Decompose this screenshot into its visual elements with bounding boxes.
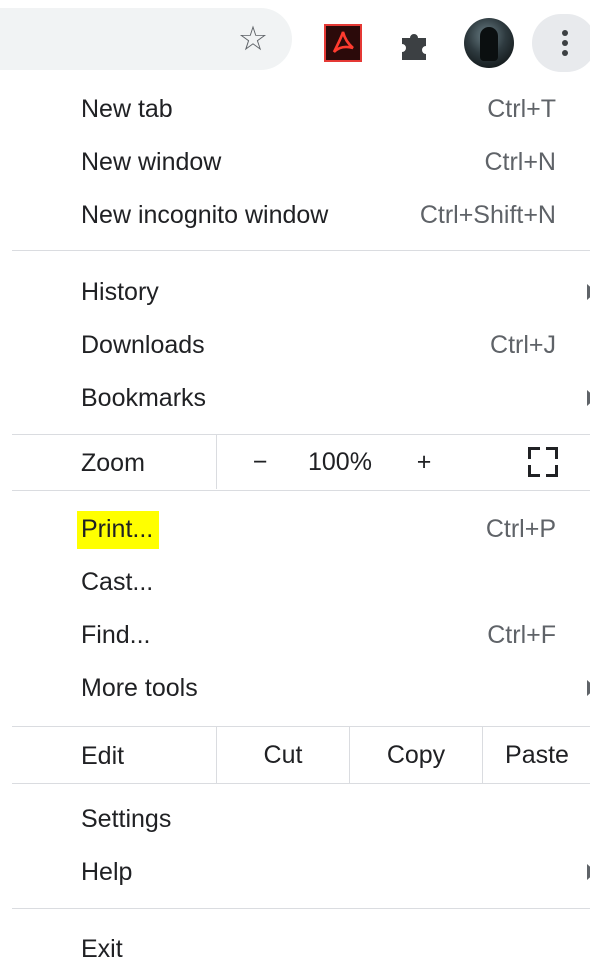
menu-item-label: Find... [81, 621, 151, 649]
menu-item-more-tools[interactable]: More tools [12, 663, 590, 715]
paste-button[interactable]: Paste [482, 727, 590, 783]
menu-item-settings[interactable]: Settings [12, 794, 590, 846]
menu-item-find[interactable]: Find... Ctrl+F [12, 610, 590, 662]
fullscreen-corner [528, 447, 540, 459]
menu-separator [12, 908, 590, 909]
more-vert-icon[interactable] [532, 14, 590, 72]
fullscreen-corner [546, 465, 558, 477]
menu-item-label: Bookmarks [81, 384, 207, 412]
menu-item-label: Downloads [81, 331, 205, 359]
menu-item-new-incognito-window[interactable]: New incognito window Ctrl+Shift+N [12, 190, 590, 242]
kebab-dot [562, 50, 568, 56]
menu-item-bookmarks[interactable]: Bookmarks [12, 373, 590, 425]
zoom-out-button[interactable]: − [248, 448, 272, 477]
menu-zoom-row: Zoom − 100% + [12, 435, 590, 489]
menu-item-history[interactable]: History [12, 267, 590, 319]
star-icon[interactable]: ☆ [232, 18, 274, 60]
menu-item-label: Cast... [81, 568, 154, 596]
menu-separator [12, 250, 590, 251]
menu-item-downloads[interactable]: Downloads Ctrl+J [12, 320, 590, 372]
acrobat-logo-icon [332, 31, 354, 53]
menu-item-shortcut: Ctrl+J [490, 331, 556, 359]
avatar-figure [480, 27, 498, 61]
fullscreen-icon[interactable] [528, 447, 558, 477]
menu-item-label: New window [81, 148, 222, 176]
menu-item-label: Settings [81, 805, 172, 833]
extensions-puzzle-icon[interactable] [396, 26, 432, 62]
menu-item-label: Print... [77, 511, 160, 549]
print-highlight: Print... [77, 511, 160, 549]
zoom-level: 100% [308, 448, 372, 476]
menu-item-label: New tab [81, 95, 173, 123]
menu-item-label: More tools [81, 674, 198, 702]
copy-button[interactable]: Copy [349, 727, 482, 783]
menu-item-exit[interactable]: Exit [12, 924, 590, 976]
menu-item-shortcut: Ctrl+T [487, 95, 556, 123]
menu-item-label: Help [81, 858, 133, 886]
menu-item-cast[interactable]: Cast... [12, 557, 590, 609]
menu-item-new-tab[interactable]: New tab Ctrl+T [12, 84, 590, 136]
fullscreen-corner [528, 465, 540, 477]
menu-item-label: Exit [81, 935, 123, 963]
zoom-divider [216, 435, 217, 489]
menu-item-print[interactable]: Print... Ctrl+P [12, 504, 590, 556]
fullscreen-corner [546, 447, 558, 459]
zoom-label: Zoom [81, 449, 145, 477]
menu-item-help[interactable]: Help [12, 847, 590, 899]
menu-item-label: History [81, 278, 159, 306]
menu-item-shortcut: Ctrl+F [487, 621, 556, 649]
cut-button[interactable]: Cut [216, 727, 349, 783]
menu-item-shortcut: Ctrl+N [484, 148, 556, 176]
zoom-in-button[interactable]: + [412, 448, 436, 477]
edit-label: Edit [81, 742, 125, 770]
browser-toolbar: ☆ [0, 0, 590, 72]
menu-edit-row: Edit Cut Copy Paste [12, 727, 590, 783]
menu-item-label: New incognito window [81, 201, 329, 229]
profile-avatar[interactable] [464, 18, 514, 68]
menu-item-new-window[interactable]: New window Ctrl+N [12, 137, 590, 189]
menu-item-shortcut: Ctrl+Shift+N [419, 201, 556, 229]
kebab-dot [562, 40, 568, 46]
kebab-dot [562, 30, 568, 36]
acrobat-extension-icon[interactable] [324, 24, 362, 62]
menu-separator [12, 490, 590, 491]
menu-item-shortcut: Ctrl+P [485, 515, 556, 543]
menu-separator [12, 783, 590, 784]
